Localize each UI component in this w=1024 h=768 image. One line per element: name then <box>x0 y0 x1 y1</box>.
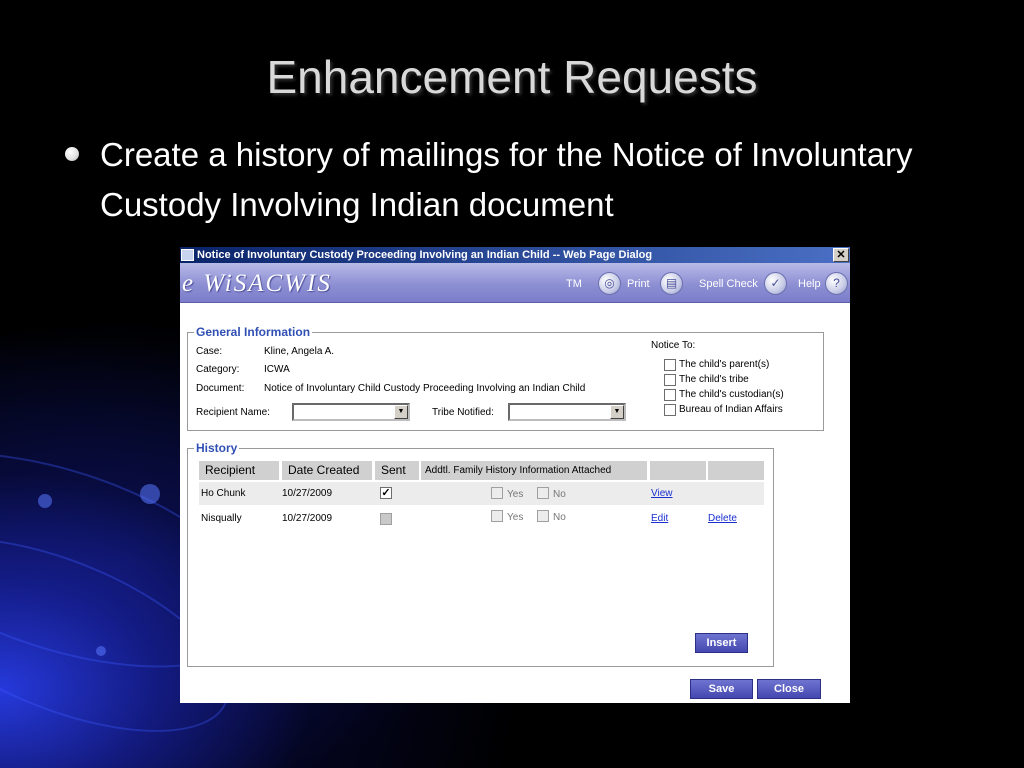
family-history-yes-checkbox[interactable] <box>491 510 503 522</box>
notice-tribe-label: The child's tribe <box>679 374 749 385</box>
category-value: ICWA <box>264 364 290 375</box>
spell-check-link[interactable]: Spell Check <box>699 278 758 290</box>
bullet-icon <box>65 147 79 161</box>
background-dot <box>140 484 160 504</box>
sent-checkbox[interactable]: ✓ <box>380 487 392 499</box>
insert-button[interactable]: Insert <box>695 633 748 653</box>
notice-bia-checkbox[interactable] <box>664 404 676 416</box>
app-header: e WiSACWIS TM ◎ Print ▤ Spell Check ✓ He… <box>180 263 850 303</box>
app-logo: e WiSACWIS <box>182 270 332 297</box>
background-dot <box>38 494 52 508</box>
history-legend: History <box>196 441 238 455</box>
column-header-recipient: Recipient <box>199 461 279 480</box>
help-link[interactable]: Help <box>798 278 821 290</box>
window-icon <box>181 249 194 261</box>
family-history-yes-checkbox[interactable] <box>491 487 503 499</box>
close-icon[interactable]: ✕ <box>833 248 849 262</box>
view-link[interactable]: View <box>651 488 673 499</box>
category-label: Category: <box>196 364 240 375</box>
row-recipient: Nisqually <box>201 513 242 524</box>
chevron-down-icon[interactable]: ▼ <box>610 405 624 419</box>
delete-link[interactable]: Delete <box>708 513 737 524</box>
sent-checkbox[interactable] <box>380 513 392 525</box>
close-button[interactable]: Close <box>757 679 821 699</box>
dialog-title-bar: Notice of Involuntary Custody Proceeding… <box>180 247 850 263</box>
document-value: Notice of Involuntary Child Custody Proc… <box>264 383 586 394</box>
tribe-notified-select[interactable]: ▼ <box>508 403 626 421</box>
column-header-action <box>650 461 706 480</box>
no-label: No <box>553 512 566 523</box>
edit-link[interactable]: Edit <box>651 513 668 524</box>
tm-link[interactable]: TM <box>566 278 582 290</box>
notice-parent-checkbox[interactable] <box>664 359 676 371</box>
printer-icon[interactable]: ▤ <box>660 272 683 295</box>
no-label: No <box>553 489 566 500</box>
general-information-legend: General Information <box>196 325 311 339</box>
save-button[interactable]: Save <box>690 679 753 699</box>
case-label: Case: <box>196 346 223 357</box>
spell-check-icon[interactable]: ✓ <box>764 272 787 295</box>
globe-icon[interactable]: ◎ <box>598 272 621 295</box>
dialog-title: Notice of Involuntary Custody Proceeding… <box>197 249 653 261</box>
background-dot <box>96 646 106 656</box>
column-header-action <box>708 461 764 480</box>
column-header-date-created: Date Created <box>282 461 372 480</box>
help-icon[interactable]: ? <box>825 272 848 295</box>
notice-to-label: Notice To: <box>651 340 696 351</box>
tribe-notified-label: Tribe Notified: <box>432 407 494 418</box>
notice-custodian-label: The child's custodian(s) <box>679 389 784 400</box>
print-link[interactable]: Print <box>627 278 650 290</box>
recipient-name-select[interactable]: ▼ <box>292 403 410 421</box>
notice-custodian-checkbox[interactable] <box>664 389 676 401</box>
yes-label: Yes <box>507 489 524 500</box>
notice-tribe-checkbox[interactable] <box>664 374 676 386</box>
row-date-created: 10/27/2009 <box>282 488 333 499</box>
notice-parent-label: The child's parent(s) <box>679 359 770 370</box>
yes-label: Yes <box>507 512 524 523</box>
recipient-name-label: Recipient Name: <box>196 407 270 418</box>
bullet-text: Create a history of mailings for the Not… <box>100 136 913 223</box>
row-date-created: 10/27/2009 <box>282 513 333 524</box>
case-value: Kline, Angela A. <box>264 346 335 357</box>
document-label: Document: <box>196 383 245 394</box>
web-page-dialog: Notice of Involuntary Custody Proceeding… <box>180 247 850 703</box>
notice-bia-label: Bureau of Indian Affairs <box>679 404 783 415</box>
slide-title: Enhancement Requests <box>266 51 758 103</box>
column-header-family-history: Addtl. Family History Information Attach… <box>421 461 647 480</box>
family-history-no-checkbox[interactable] <box>537 487 549 499</box>
chevron-down-icon[interactable]: ▼ <box>394 405 408 419</box>
row-recipient: Ho Chunk <box>201 488 246 499</box>
family-history-no-checkbox[interactable] <box>537 510 549 522</box>
column-header-sent: Sent <box>375 461 419 480</box>
